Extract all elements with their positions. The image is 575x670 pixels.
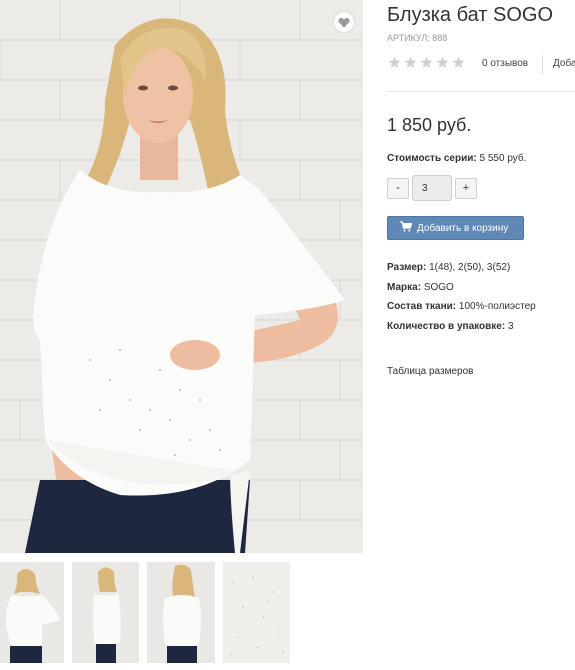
thumbnail-4[interactable]	[223, 562, 290, 663]
property-value: 100%-полиэстер	[458, 301, 536, 312]
product-title: Блузка бат SOGO	[387, 4, 554, 26]
product-properties: Размер: 1(48), 2(50), 3(52) Марка: SOGO …	[387, 262, 536, 340]
reviews-count-link[interactable]: 0 отзывов	[482, 58, 528, 69]
thumbnail-3[interactable]	[147, 562, 215, 663]
property-label: Состав ткани:	[387, 301, 457, 312]
property-size: Размер: 1(48), 2(50), 3(52)	[387, 262, 536, 282]
property-value: 1(48), 2(50), 3(52)	[429, 262, 511, 273]
property-value: SOGO	[423, 281, 454, 293]
divider	[542, 55, 543, 74]
heart-icon	[338, 17, 350, 28]
property-value: 3	[507, 320, 514, 332]
add-to-cart-label: Добавить в корзину	[417, 222, 509, 234]
product-price: 1 850 руб.	[387, 115, 472, 135]
main-product-image[interactable]	[0, 0, 363, 553]
thumbnail-1[interactable]	[0, 562, 64, 663]
add-to-cart-button[interactable]: Добавить в корзину	[387, 216, 524, 240]
property-pack-quantity: Количество в упаковке: 3	[387, 321, 536, 341]
size-table-link[interactable]: Таблица размеров	[387, 366, 473, 377]
thumbnail-2[interactable]	[72, 562, 139, 663]
series-price-value: 5 550 руб.	[479, 153, 527, 164]
property-label: Марка:	[387, 281, 422, 293]
add-review-link[interactable]: Доба	[553, 58, 575, 69]
quantity-decrease-button[interactable]: -	[387, 178, 409, 199]
star-icon[interactable]	[436, 56, 449, 69]
sku-value: 888	[432, 33, 448, 43]
divider	[387, 91, 575, 92]
favorite-button[interactable]	[334, 12, 354, 32]
star-icon[interactable]	[388, 56, 401, 69]
property-fabric: Состав ткани: 100%-полиэстер	[387, 301, 536, 321]
quantity-input[interactable]	[412, 175, 452, 201]
star-icon[interactable]	[420, 56, 433, 69]
series-price: Стоимость серии: 5 550 руб.	[387, 153, 526, 164]
star-icon[interactable]	[404, 56, 417, 69]
star-icon[interactable]	[452, 56, 465, 69]
property-brand: Марка: SOGO	[387, 282, 536, 302]
quantity-increase-button[interactable]: +	[455, 178, 477, 199]
series-price-label: Стоимость серии:	[387, 153, 477, 164]
property-label: Количество в упаковке:	[387, 320, 506, 332]
rating-stars[interactable]	[388, 56, 465, 69]
product-sku: Артикул: 888	[387, 33, 447, 43]
cart-icon	[400, 221, 413, 235]
sku-label: Артикул:	[387, 33, 430, 43]
property-label: Размер:	[387, 262, 427, 273]
